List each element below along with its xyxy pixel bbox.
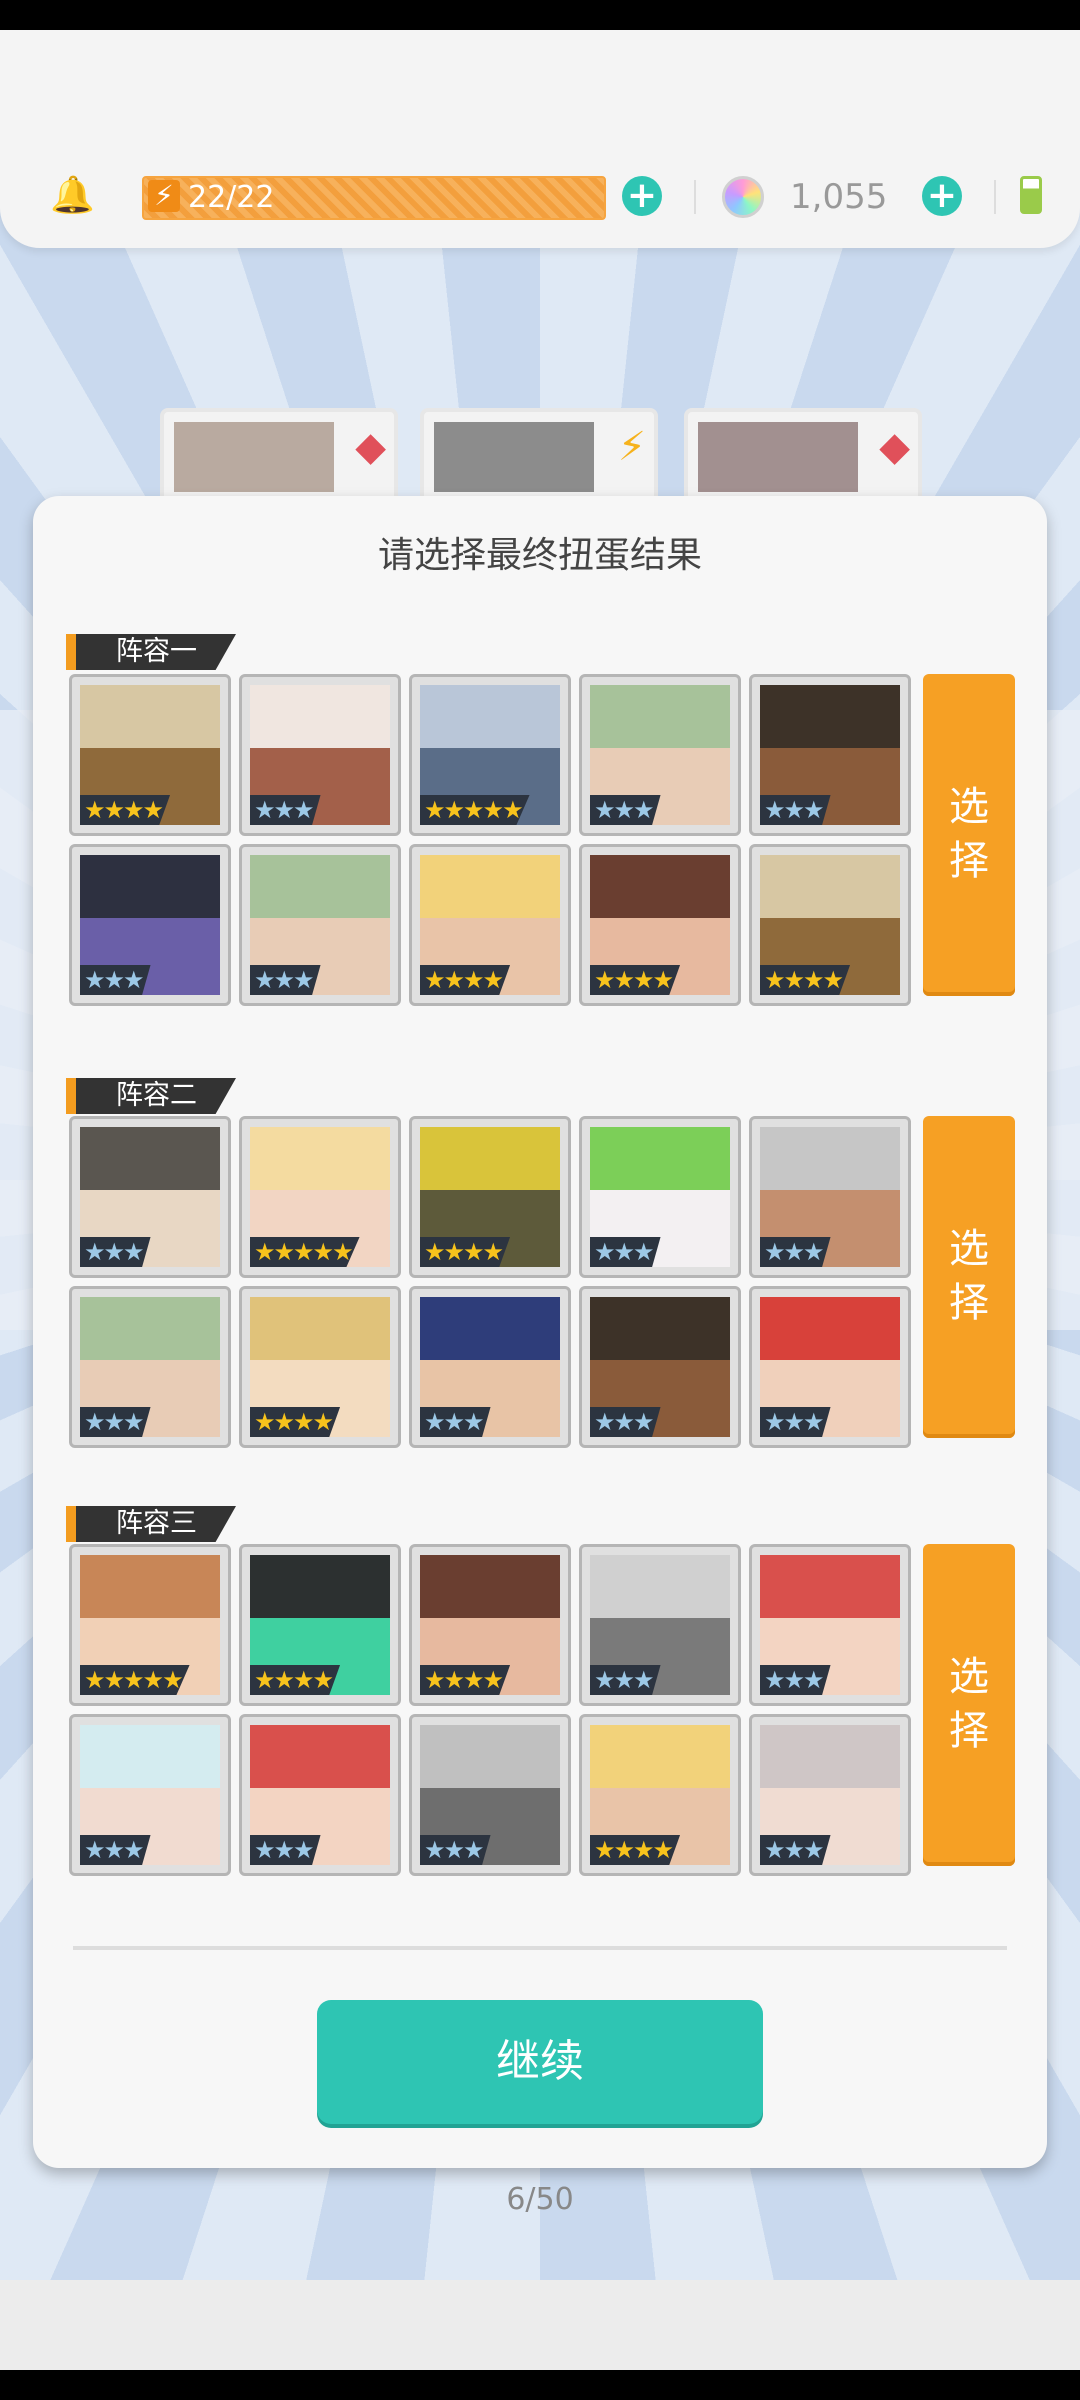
star-rating: ★★★★ <box>590 965 681 995</box>
hero-card: ★★★★★ <box>409 674 571 836</box>
hero-card: ★★★ <box>69 844 231 1006</box>
divider <box>694 180 696 214</box>
select-label: 择 <box>949 1708 989 1754</box>
hero-card: ★★★ <box>579 674 741 836</box>
star-rating: ★★★ <box>250 1835 321 1865</box>
select-lineup-button[interactable]: 选择 <box>923 1116 1015 1438</box>
hero-card: ★★★ <box>409 1714 571 1876</box>
bottom-panel <box>0 2280 1080 2370</box>
star-rating: ★★★★★ <box>250 1237 360 1267</box>
select-label: 择 <box>949 838 989 884</box>
continue-button[interactable]: 继续 <box>317 2000 763 2124</box>
select-label: 选 <box>949 784 989 830</box>
bell-icon[interactable]: 🔔 <box>50 176 95 216</box>
gacha-result-dialog: 请选择最终扭蛋结果 阵容一 ★★★★ ★★★ ★★★★★ ★★★ ★★★ ★★★ ★★★ ★★★… <box>33 496 1047 2168</box>
star-rating: ★★★★ <box>590 1835 681 1865</box>
add-gems-button[interactable]: + <box>922 176 962 216</box>
hero-card: ★★★ <box>239 1714 401 1876</box>
star-rating: ★★★ <box>80 965 151 995</box>
hero-card: ★★★★ <box>409 1544 571 1706</box>
hero-card: ★★★ <box>239 674 401 836</box>
game-screen: 🔔 ⚡ 22/22 + 1,055 + ◆ ⚡ ◆ 请选择最终扭蛋结果 阵容一 ★… <box>0 30 1080 2370</box>
star-rating: ★★★★ <box>420 965 511 995</box>
star-rating: ★★★ <box>760 1237 831 1267</box>
hero-card: ★★★★ <box>579 844 741 1006</box>
star-rating: ★★★★ <box>420 1237 511 1267</box>
hero-card: ★★★★ <box>239 1544 401 1706</box>
navigation-bar <box>0 2370 1080 2400</box>
star-rating: ★★★★ <box>760 965 851 995</box>
hero-card: ★★★ <box>749 674 911 836</box>
hero-card: ★★★★ <box>239 1286 401 1448</box>
star-rating: ★★★ <box>420 1407 491 1437</box>
hero-card: ★★★ <box>579 1286 741 1448</box>
hero-card: ★★★★ <box>749 844 911 1006</box>
select-label: 择 <box>949 1280 989 1326</box>
hero-card: ★★★★★ <box>69 1544 231 1706</box>
star-rating: ★★★★★ <box>80 1665 190 1695</box>
hero-card: ★★★ <box>749 1116 911 1278</box>
star-rating: ★★★ <box>760 1407 831 1437</box>
hero-card: ★★★★ <box>579 1714 741 1876</box>
hero-card: ★★★★ <box>409 844 571 1006</box>
star-rating: ★★★ <box>590 1237 661 1267</box>
energy-bar: ⚡ 22/22 <box>142 176 606 220</box>
star-rating: ★★★ <box>590 1407 661 1437</box>
star-rating: ★★★★ <box>80 795 171 825</box>
star-rating: ★★★ <box>760 1835 831 1865</box>
hero-card: ★★★ <box>69 1714 231 1876</box>
hero-card: ★★★ <box>409 1286 571 1448</box>
lightning-icon: ⚡ <box>148 180 180 212</box>
battery-icon <box>1020 176 1042 214</box>
card-preview: ⚡ <box>420 408 658 506</box>
hero-card: ★★★ <box>749 1714 911 1876</box>
card-preview: ◆ <box>160 408 398 506</box>
star-rating: ★★★ <box>250 965 321 995</box>
star-rating: ★★★ <box>760 1665 831 1695</box>
divider <box>994 180 996 214</box>
star-rating: ★★★ <box>590 795 661 825</box>
dialog-title: 请选择最终扭蛋结果 <box>377 535 702 576</box>
hero-card: ★★★ <box>579 1544 741 1706</box>
lineup-tag: 阵容三 <box>66 1506 236 1542</box>
star-rating: ★★★★★ <box>420 795 530 825</box>
hero-card: ★★★★★ <box>239 1116 401 1278</box>
hero-card: ★★★ <box>239 844 401 1006</box>
star-rating: ★★★ <box>250 795 321 825</box>
star-rating: ★★★ <box>80 1237 151 1267</box>
gem-count: 1,055 <box>790 177 888 217</box>
lineup-label: 阵容一 <box>116 636 197 667</box>
hero-card: ★★★ <box>579 1116 741 1278</box>
progress-counter: 6/50 <box>506 2182 574 2217</box>
hero-card: ★★★ <box>69 1116 231 1278</box>
select-lineup-button[interactable]: 选择 <box>923 674 1015 996</box>
energy-count: 22/22 <box>188 180 275 215</box>
select-label: 选 <box>949 1226 989 1272</box>
lineup-tag: 阵容二 <box>66 1078 236 1114</box>
hero-card: ★★★★ <box>69 674 231 836</box>
divider <box>73 1946 1007 1950</box>
select-label: 选 <box>949 1654 989 1700</box>
star-rating: ★★★★ <box>250 1407 341 1437</box>
hero-card: ★★★ <box>749 1544 911 1706</box>
gem-icon <box>722 176 764 218</box>
star-rating: ★★★ <box>590 1665 661 1695</box>
star-rating: ★★★ <box>420 1835 491 1865</box>
top-hud: 🔔 ⚡ 22/22 + 1,055 + <box>0 30 1080 248</box>
add-energy-button[interactable]: + <box>622 176 662 216</box>
card-preview: ◆ <box>684 408 922 506</box>
hero-card: ★★★★ <box>409 1116 571 1278</box>
lineup-label: 阵容二 <box>116 1080 197 1111</box>
lineup-tag: 阵容一 <box>66 634 236 670</box>
select-lineup-button[interactable]: 选择 <box>923 1544 1015 1866</box>
star-rating: ★★★★ <box>250 1665 341 1695</box>
hero-card: ★★★ <box>69 1286 231 1448</box>
hero-card: ★★★ <box>749 1286 911 1448</box>
star-rating: ★★★★ <box>420 1665 511 1695</box>
star-rating: ★★★ <box>80 1407 151 1437</box>
star-rating: ★★★ <box>80 1835 151 1865</box>
lineup-label: 阵容三 <box>116 1508 197 1539</box>
star-rating: ★★★ <box>760 795 831 825</box>
